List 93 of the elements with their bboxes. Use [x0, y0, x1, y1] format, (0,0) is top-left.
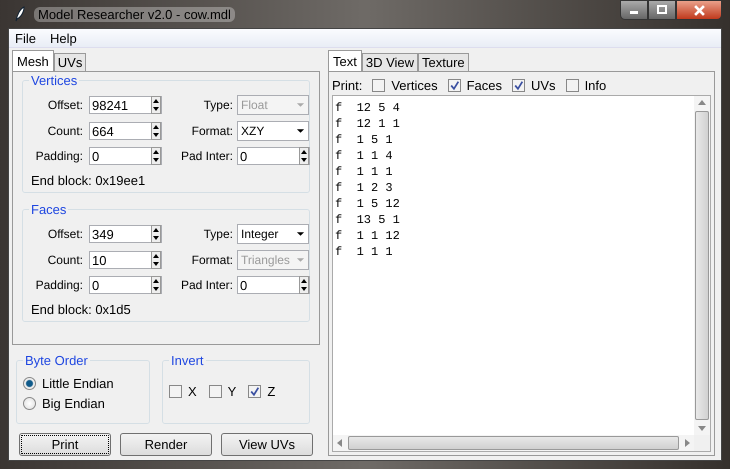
close-icon	[694, 4, 704, 16]
text-line: f 1 1 1	[335, 244, 394, 260]
field-label: Type:	[202, 227, 233, 241]
checkbox[interactable]	[372, 78, 386, 92]
caret-icon	[296, 128, 305, 134]
group-title: Faces	[29, 202, 68, 217]
scroll-up-icon[interactable]	[698, 100, 706, 105]
scroll-right-icon[interactable]	[685, 439, 690, 447]
spin-field[interactable]: 0	[237, 276, 310, 294]
field-label: Format:	[190, 253, 233, 267]
spin-arrows-icon[interactable]	[299, 147, 309, 165]
text-line: f 1 1 1	[335, 164, 394, 180]
text-output[interactable]: f 12 5 4 f 12 1 1 f 1 5 1 f 1 1 4 f 1 1 1 f 1 2 3 f 1 5 12 f 13 5 1 f 1 1 12 f 1 1 1	[333, 96, 694, 435]
scroll-down-icon[interactable]	[698, 426, 706, 431]
checkbox[interactable]	[448, 78, 461, 92]
field-label: Padding:	[34, 149, 83, 163]
action-button[interactable]: View UVs	[221, 433, 313, 456]
dropdown[interactable]: XZY	[237, 121, 309, 141]
field-label: Format:	[190, 124, 233, 138]
tab[interactable]: UVs	[54, 53, 86, 71]
spin-arrows-icon[interactable]	[151, 122, 161, 140]
text-line: f 13 5 1	[335, 212, 401, 228]
text-line: f 1 5 12	[335, 196, 401, 212]
text-line: f 1 1 12	[335, 228, 401, 244]
group-title: Vertices	[29, 73, 80, 88]
field-label: Count:	[46, 253, 83, 267]
close-button[interactable]	[676, 0, 722, 20]
menu-item[interactable]: Help	[50, 30, 77, 46]
checkbox-label: Y	[228, 384, 236, 398]
tab[interactable]: Mesh	[12, 50, 54, 71]
spin-field[interactable]: 0	[89, 147, 162, 165]
spin-arrows-icon[interactable]	[151, 147, 161, 165]
field-label: Padding:	[34, 278, 83, 292]
checkbox[interactable]	[512, 78, 525, 92]
spin-field[interactable]: 10	[89, 251, 162, 269]
dropdown[interactable]: Integer	[237, 224, 309, 244]
checkbox-label: Z	[267, 384, 276, 398]
text-line: f 1 5 1	[335, 132, 394, 148]
checkbox-label: X	[188, 384, 197, 398]
checkbox-label: Info	[584, 78, 606, 92]
spin-arrows-icon[interactable]	[151, 276, 161, 294]
action-button[interactable]: Render	[120, 433, 212, 456]
checkbox-label: Faces	[466, 78, 502, 92]
text-line: f 1 2 3	[335, 180, 394, 196]
text-line: f 12 5 4	[335, 100, 401, 116]
tab[interactable]: Texture	[418, 53, 469, 71]
checkbox[interactable]	[208, 384, 222, 398]
horizontal-scrollbar[interactable]	[333, 435, 694, 451]
radio-label: Little Endian	[42, 376, 114, 390]
field-label: Pad Inter:	[180, 149, 233, 163]
spin-arrows-icon[interactable]	[151, 251, 161, 269]
caret-icon	[296, 257, 305, 263]
action-button[interactable]: Print	[19, 433, 111, 456]
checkbox[interactable]	[169, 384, 182, 398]
field-label: Offset:	[46, 98, 83, 112]
minimize-button[interactable]	[620, 0, 648, 20]
spin-field[interactable]: 664	[89, 122, 162, 140]
spin-arrows-icon[interactable]	[299, 276, 309, 294]
maximize-button[interactable]	[648, 0, 676, 20]
group-title: Invert	[169, 353, 206, 368]
tab[interactable]: 3D View	[362, 53, 418, 71]
checkbox[interactable]	[248, 384, 262, 398]
spin-field[interactable]: 0	[89, 276, 162, 294]
window-title: Model Researcher v2.0 - cow.mdl	[34, 6, 235, 22]
field-label: Type:	[202, 98, 233, 112]
radio-label: Big Endian	[42, 396, 105, 410]
checkbox[interactable]	[566, 78, 579, 92]
scroll-left-icon[interactable]	[337, 439, 342, 447]
group-title: Byte Order	[23, 353, 90, 368]
radio-button[interactable]	[23, 396, 36, 410]
checkbox-label: Vertices	[391, 78, 438, 92]
caret-icon	[296, 102, 305, 108]
maximize-icon	[657, 5, 667, 15]
spin-field[interactable]: 349	[89, 225, 162, 243]
spin-arrows-icon[interactable]	[151, 225, 161, 243]
spin-field[interactable]: 0	[237, 147, 310, 165]
field-label: Count:	[46, 124, 83, 138]
tab[interactable]: Text	[328, 50, 362, 71]
print-label: Print:	[332, 78, 362, 92]
field-label: Offset:	[46, 227, 83, 241]
text-line: f 12 1 1	[335, 116, 401, 132]
caret-icon	[296, 231, 305, 237]
vertical-scrollbar[interactable]	[694, 96, 710, 435]
radio-button[interactable]	[23, 376, 36, 390]
feather-icon	[14, 6, 26, 22]
text-line: f 1 1 4	[335, 148, 394, 164]
menu-item[interactable]: File	[15, 30, 36, 46]
field-label: Pad Inter:	[180, 278, 233, 292]
spin-arrows-icon[interactable]	[151, 96, 161, 114]
checkbox-label: UVs	[531, 78, 556, 92]
end-block-text: End block: 0x19ee1	[31, 173, 146, 188]
spin-field[interactable]: 98241	[89, 96, 162, 114]
end-block-text: End block: 0x1d5	[31, 302, 132, 317]
